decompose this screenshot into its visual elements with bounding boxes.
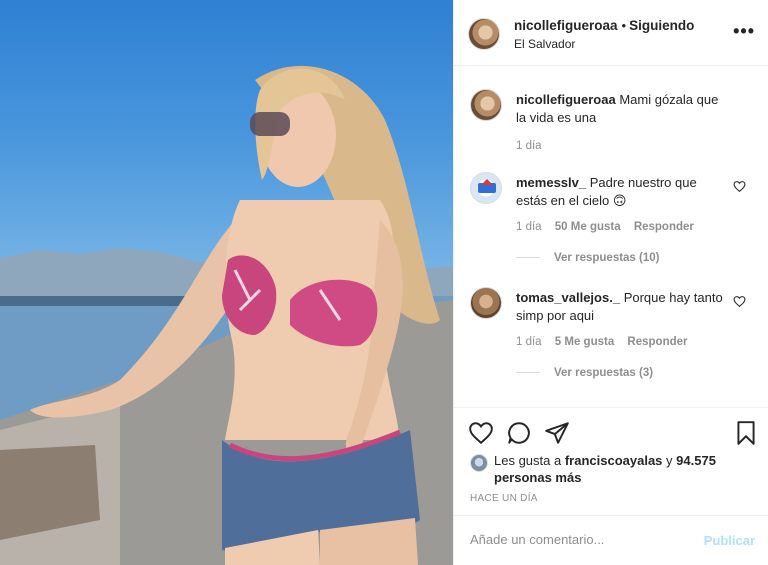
separator-dot: • <box>621 18 627 33</box>
author-line: nicollefigueroaa • Siguiendo <box>514 17 694 35</box>
comment-username[interactable]: tomas_vallejos._ <box>516 290 620 305</box>
comment-text-block: memesslv_ Padre nuestro que estás en el … <box>516 174 726 210</box>
comment-text-block: tomas_vallejos._ Porque hay tanto simp p… <box>516 289 726 325</box>
liker-avatar[interactable] <box>470 454 488 472</box>
comment-item: memesslv_ Padre nuestro que estás en el … <box>470 172 760 272</box>
reply-button[interactable]: Responder <box>634 221 694 233</box>
comment-time[interactable]: 1 día <box>516 221 542 233</box>
pool-edge <box>0 296 200 306</box>
caption-avatar[interactable] <box>470 89 502 121</box>
share-paper-plane-icon[interactable] <box>544 420 570 446</box>
post-sidebar: nicollefigueroaa • Siguiendo El Salvador •… <box>453 0 768 565</box>
replies-divider <box>516 372 540 374</box>
author-username[interactable]: nicollefigueroaa <box>514 18 618 33</box>
memes-logo-icon <box>478 179 496 193</box>
post-photo[interactable] <box>0 0 453 565</box>
comment-likes[interactable]: 5 Me gusta <box>555 336 614 348</box>
comment-bubble-icon[interactable] <box>506 420 532 446</box>
replies-divider <box>516 257 540 259</box>
reply-button[interactable]: Responder <box>627 336 687 348</box>
likes-suffix: y <box>666 453 673 468</box>
caption-time[interactable]: 1 día <box>516 140 542 152</box>
author-avatar[interactable] <box>468 18 500 50</box>
comment-time[interactable]: 1 día <box>516 336 542 348</box>
publish-button[interactable]: Publicar <box>704 533 755 548</box>
post-timestamp[interactable]: HACE UN DÍA <box>470 493 538 504</box>
caption-username[interactable]: nicollefigueroaa <box>516 92 616 107</box>
caption: nicollefigueroaa Mami gózala que la vida… <box>470 89 760 159</box>
add-comment-bar: Publicar <box>454 515 768 565</box>
likes-prefix: Les gusta a <box>494 453 562 468</box>
like-comment-heart-icon[interactable] <box>733 180 746 193</box>
more-options-icon[interactable]: ••• <box>733 22 755 40</box>
save-bookmark-icon[interactable] <box>733 420 759 446</box>
like-heart-icon[interactable] <box>468 420 494 446</box>
comment-avatar[interactable] <box>470 287 502 319</box>
photo-illustration <box>0 65 453 565</box>
sunglasses <box>250 112 290 136</box>
post-header: nicollefigueroaa • Siguiendo El Salvador •… <box>454 0 768 66</box>
comment-meta: 1 día 50 Me gusta Responder <box>516 221 704 233</box>
following-button[interactable]: Siguiendo <box>629 18 694 33</box>
comment-input[interactable] <box>470 532 690 547</box>
comment-item: tomas_vallejos._ Porque hay tanto simp p… <box>470 287 760 387</box>
caption-meta: 1 día <box>516 140 552 152</box>
liker-username[interactable]: franciscoayalas <box>565 453 663 468</box>
like-comment-heart-icon[interactable] <box>733 295 746 308</box>
view-replies-label: Ver respuestas (10) <box>554 252 660 264</box>
view-replies-label: Ver respuestas (3) <box>554 367 654 379</box>
post-location[interactable]: El Salvador <box>514 37 575 51</box>
post-actions: Les gusta a franciscoayalas y 94.575 per… <box>454 407 768 515</box>
view-replies[interactable]: Ver respuestas (3) <box>516 367 653 379</box>
likes-summary: Les gusta a franciscoayalas y 94.575 per… <box>494 452 734 486</box>
comment-username[interactable]: memesslv_ <box>516 175 586 190</box>
caption-text-block: nicollefigueroaa Mami gózala que la vida… <box>516 91 726 127</box>
comment-meta: 1 día 5 Me gusta Responder <box>516 336 698 348</box>
comments-list: nicollefigueroaa Mami gózala que la vida… <box>454 67 768 407</box>
comment-avatar[interactable] <box>470 172 502 204</box>
comment-likes[interactable]: 50 Me gusta <box>555 221 621 233</box>
view-replies[interactable]: Ver respuestas (10) <box>516 252 659 264</box>
